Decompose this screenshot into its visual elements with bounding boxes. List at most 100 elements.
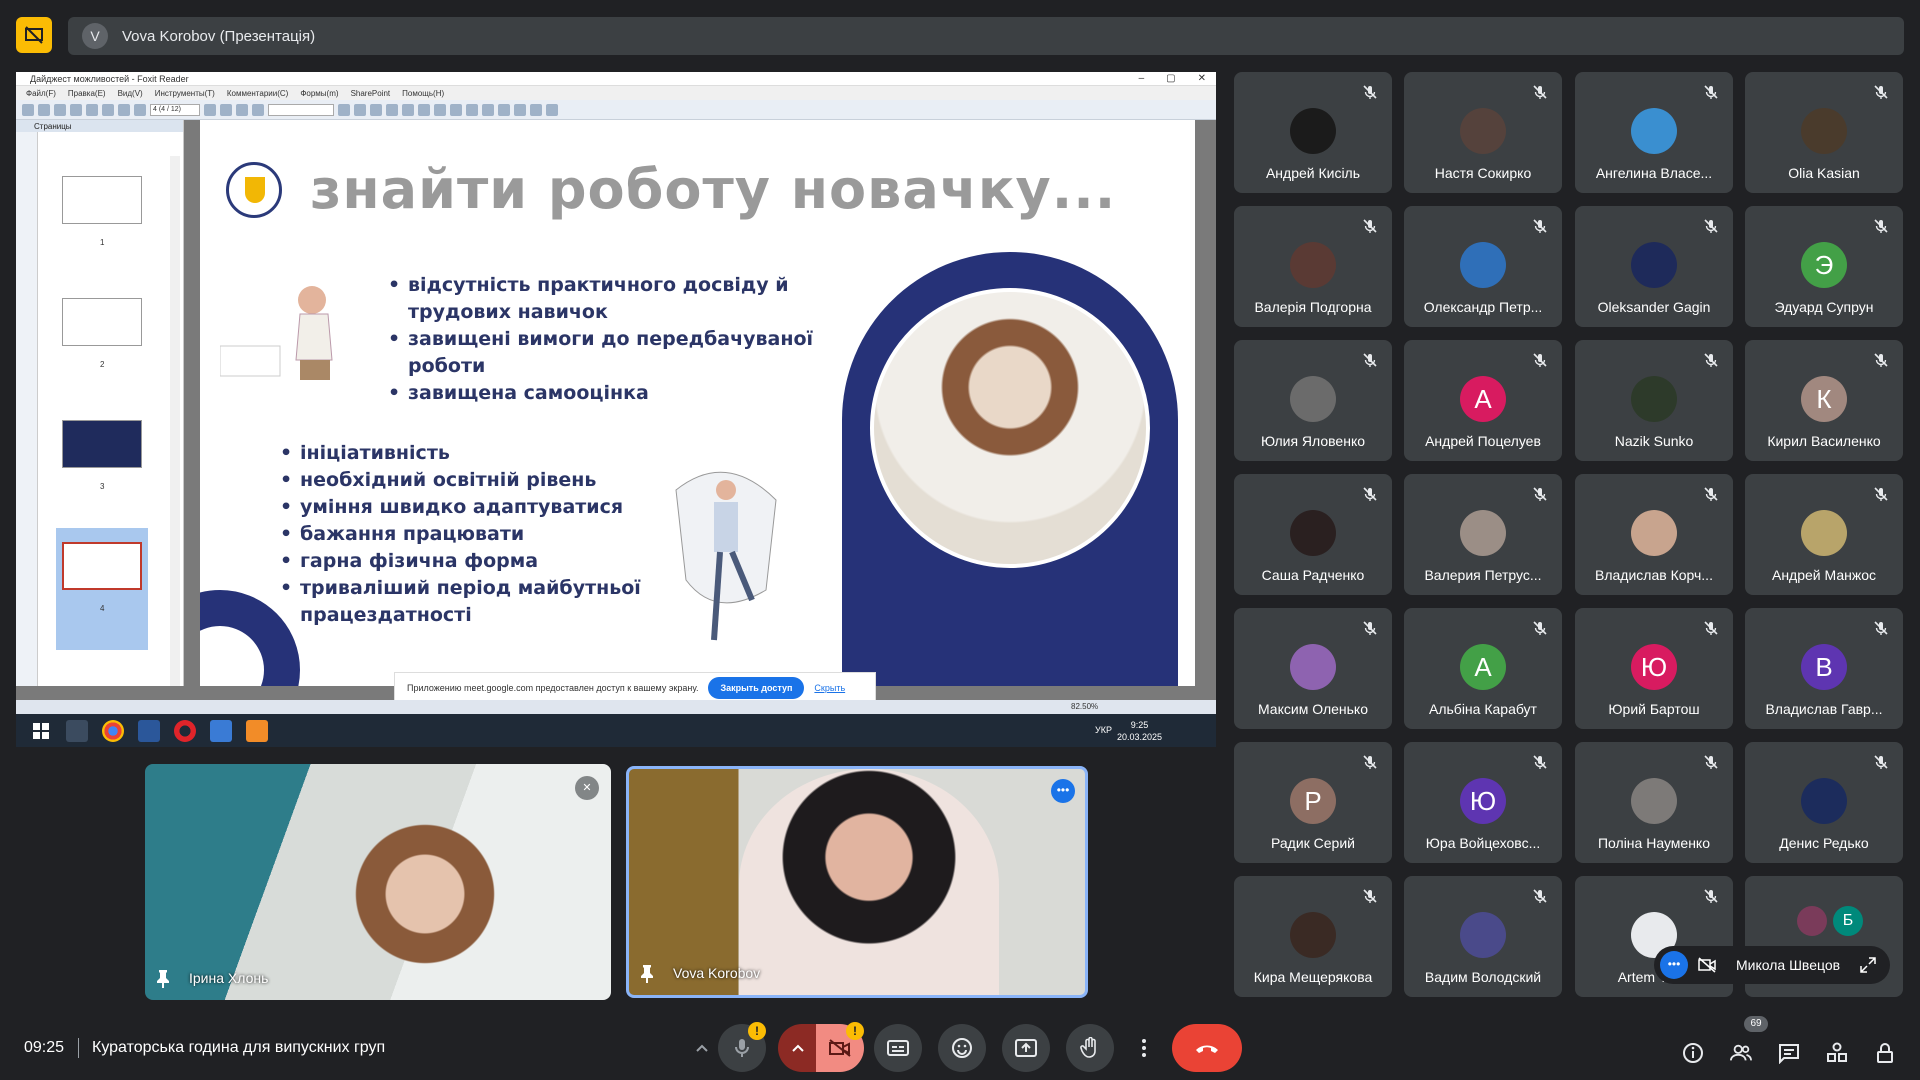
jumping-man-illustration bbox=[675, 471, 777, 641]
participant-tile[interactable]: Саша Радченко bbox=[1234, 474, 1392, 595]
bullet: завищені вимоги до передбачуваної роботи bbox=[388, 326, 828, 380]
meeting-title: Кураторська година для випускних груп bbox=[92, 1039, 386, 1056]
page-thumbnail bbox=[62, 542, 142, 590]
foxit-menu: Файл(F) Правка(E) Вид(V) Инструменты(T) … bbox=[16, 86, 1216, 100]
hang-up-icon bbox=[1196, 1045, 1218, 1053]
video-tile[interactable]: ✕ Ірина Хлонь bbox=[145, 764, 611, 1000]
participant-avatar bbox=[1460, 510, 1506, 556]
participant-tile[interactable]: Андрей Манжос bbox=[1745, 474, 1903, 595]
minimize-icon: – bbox=[1138, 73, 1145, 84]
zoom-level: 82.50% bbox=[1071, 702, 1099, 711]
pin-icon[interactable] bbox=[157, 970, 169, 988]
expand-icon[interactable] bbox=[1860, 957, 1876, 973]
participant-tile[interactable]: Владислав Корч... bbox=[1575, 474, 1733, 595]
app-icon bbox=[210, 719, 232, 742]
stressed-woman-photo bbox=[870, 288, 1150, 568]
mic-off-icon bbox=[1362, 754, 1378, 770]
participant-name: Саша Радченко bbox=[1261, 567, 1365, 583]
participant-name: Поліна Науменко bbox=[1597, 835, 1711, 851]
participant-tile[interactable]: Э Эдуард Супрун bbox=[1745, 206, 1903, 327]
participant-name: Максим Оленько bbox=[1257, 701, 1368, 717]
hide-link[interactable]: Скрыть bbox=[814, 683, 845, 693]
clock-date: 20.03.2025 bbox=[1116, 732, 1162, 742]
participant-grid: Андрей Кисіль Настя Сокирко Ангелина Власе… bbox=[1234, 72, 1906, 1000]
participant-tile[interactable]: В Владислав Гавр... bbox=[1745, 608, 1903, 729]
stop-sharing-button[interactable]: Закрыть доступ bbox=[708, 677, 805, 699]
menu-item: Вид(V) bbox=[117, 88, 143, 98]
mic-off-icon bbox=[1362, 620, 1378, 636]
participant-tile[interactable]: Настя Сокирко bbox=[1404, 72, 1562, 193]
participant-tile[interactable]: Ангелина Власе... bbox=[1575, 72, 1733, 193]
mic-off-icon bbox=[1873, 754, 1889, 770]
present-button[interactable] bbox=[1002, 1024, 1050, 1072]
sad-person-illustration bbox=[220, 286, 333, 380]
mic-off-icon bbox=[1703, 352, 1719, 368]
more-vert-icon bbox=[1142, 1039, 1146, 1057]
participant-name: Денис Редько bbox=[1779, 835, 1869, 851]
thumb-number: 1 bbox=[100, 238, 105, 247]
participant-avatar: Б bbox=[1833, 906, 1863, 936]
bullet: триваліший період майбутньої працездатно… bbox=[280, 575, 700, 629]
present-screen-icon bbox=[1015, 1039, 1037, 1057]
leave-call-button[interactable] bbox=[1172, 1024, 1242, 1072]
participant-tile[interactable]: Olia Kasian bbox=[1745, 72, 1903, 193]
pin-icon[interactable] bbox=[641, 965, 653, 983]
raise-hand-button[interactable] bbox=[1066, 1024, 1114, 1072]
maximize-icon: ▢ bbox=[1166, 73, 1176, 84]
participant-tile[interactable]: Вадим Володский bbox=[1404, 876, 1562, 997]
more-options-icon[interactable]: ••• bbox=[1660, 951, 1688, 979]
participant-tile[interactable]: Кира Мещерякова bbox=[1234, 876, 1392, 997]
participant-name: Юрий Бартош bbox=[1608, 701, 1700, 717]
chat-icon[interactable] bbox=[1778, 1042, 1800, 1064]
presentation-icon[interactable] bbox=[16, 17, 52, 53]
participant-avatar bbox=[1290, 510, 1336, 556]
microphone-button[interactable]: ! bbox=[718, 1022, 766, 1072]
participant-tile[interactable]: Валерия Петрус... bbox=[1404, 474, 1562, 595]
people-icon[interactable] bbox=[1730, 1042, 1752, 1064]
participant-tile[interactable]: Максим Оленько bbox=[1234, 608, 1392, 729]
captions-button[interactable] bbox=[874, 1024, 922, 1072]
more-options-icon[interactable]: ••• bbox=[1051, 779, 1075, 803]
activities-icon[interactable] bbox=[1826, 1042, 1848, 1064]
participant-tile[interactable]: Nazik Sunko bbox=[1575, 340, 1733, 461]
participant-tile[interactable]: К Кирил Василенко bbox=[1745, 340, 1903, 461]
participant-avatar bbox=[1290, 644, 1336, 690]
mic-off-icon bbox=[1532, 352, 1548, 368]
thumb-number: 4 bbox=[100, 604, 105, 613]
mic-off-icon bbox=[1532, 486, 1548, 502]
floating-self-tile[interactable]: ••• Микола Швецов bbox=[1654, 946, 1890, 984]
participant-tile[interactable]: Андрей Кисіль bbox=[1234, 72, 1392, 193]
participant-tile[interactable]: Oleksander Gagin bbox=[1575, 206, 1733, 327]
task-view-icon bbox=[66, 719, 88, 742]
more-options-button[interactable] bbox=[1126, 1024, 1162, 1072]
participant-tile[interactable]: Денис Редько bbox=[1745, 742, 1903, 863]
participant-tile[interactable]: Поліна Науменко bbox=[1575, 742, 1733, 863]
participant-tile[interactable]: А Альбіна Карабут bbox=[1404, 608, 1562, 729]
participant-tile[interactable]: Ю Юра Войцеховс... bbox=[1404, 742, 1562, 863]
video-options-button[interactable] bbox=[778, 1024, 818, 1072]
participant-name: Кира Мещерякова bbox=[1253, 969, 1373, 985]
bullets-advantages: ініціативність необхідний освітній рівен… bbox=[280, 440, 700, 629]
bullet: гарна фізична форма bbox=[280, 548, 700, 575]
audio-options-button[interactable] bbox=[684, 1024, 720, 1072]
pages-panel: Страницы 1 2 3 4 bbox=[16, 120, 184, 686]
share-notice-text: Приложению meet.google.com предоставлен … bbox=[407, 683, 699, 693]
reactions-button[interactable] bbox=[938, 1024, 986, 1072]
mic-off-icon bbox=[1703, 486, 1719, 502]
participant-avatar: Р bbox=[1290, 778, 1336, 824]
page-thumbnail bbox=[62, 420, 142, 468]
participant-tile[interactable]: Валерія Подгорна bbox=[1234, 206, 1392, 327]
host-controls-icon[interactable] bbox=[1874, 1042, 1896, 1064]
participant-avatar bbox=[1631, 242, 1677, 288]
participant-tile[interactable]: Олександр Петр... bbox=[1404, 206, 1562, 327]
participant-avatar bbox=[1631, 510, 1677, 556]
participant-name: Олександр Петр... bbox=[1423, 299, 1543, 315]
video-tile-active-speaker[interactable]: ••• Vova Korobov bbox=[626, 766, 1088, 998]
participant-tile[interactable]: А Андрей Поцелуев bbox=[1404, 340, 1562, 461]
participant-tile[interactable]: Юлия Яловенко bbox=[1234, 340, 1392, 461]
participant-tile[interactable]: Ю Юрий Бартош bbox=[1575, 608, 1733, 729]
participant-avatar bbox=[1801, 778, 1847, 824]
participant-tile[interactable]: Р Радик Серий bbox=[1234, 742, 1392, 863]
meeting-info-icon[interactable] bbox=[1682, 1042, 1704, 1064]
camera-button[interactable]: ! bbox=[816, 1022, 864, 1072]
